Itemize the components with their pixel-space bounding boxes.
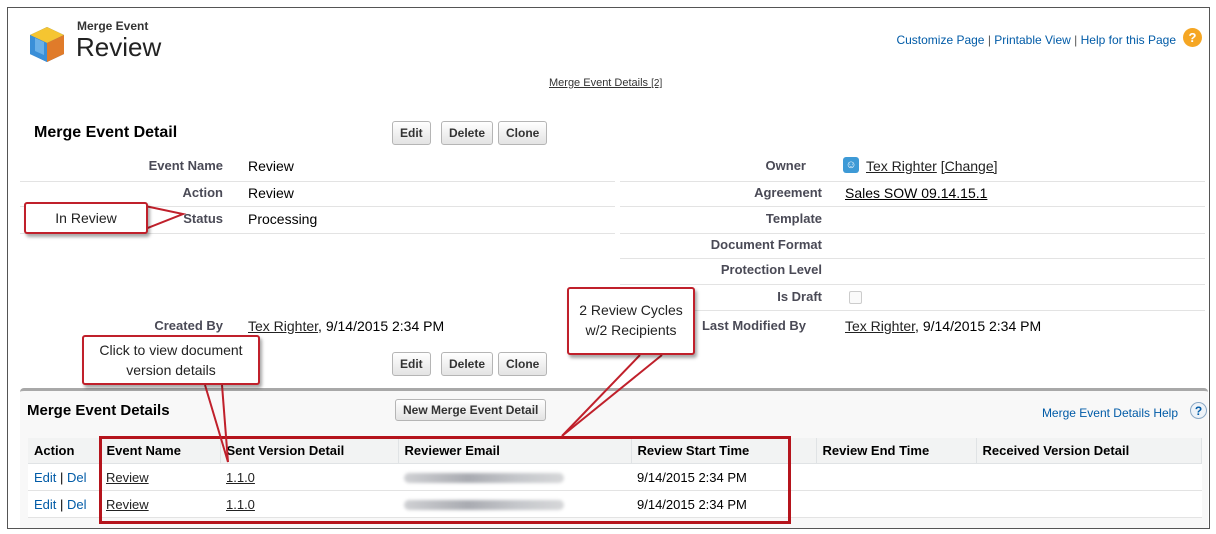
column-header-received-version[interactable]: Received Version Detail [976, 438, 1202, 464]
row-divider [620, 206, 1205, 207]
object-label: Merge Event [77, 19, 149, 33]
action-separator: | [60, 496, 64, 512]
link-separator: | [987, 33, 991, 47]
row-actions: Edit | Del [28, 490, 100, 518]
row-divider [620, 258, 1205, 259]
status-value: Processing [248, 211, 318, 227]
action-value: Review [248, 185, 294, 201]
section-title: Merge Event Detail [34, 124, 178, 141]
template-label: Template [765, 211, 822, 226]
edit-button-bottom[interactable]: Edit [392, 352, 431, 376]
owner-value: Tex Righter [Change] [866, 158, 998, 174]
click-callout-line2: version details [126, 362, 216, 378]
del-link[interactable]: Del [67, 497, 87, 512]
created-by-date: , 9/14/2015 2:34 PM [318, 318, 445, 334]
agreement-label: Agreement [754, 185, 822, 200]
created-by-value: Tex Righter, 9/14/2015 2:34 PM [248, 318, 444, 334]
del-link[interactable]: Del [67, 470, 87, 485]
cycles-callout-line1: 2 Review Cycles [579, 302, 683, 318]
delete-button-bottom[interactable]: Delete [441, 352, 494, 376]
delete-button[interactable]: Delete [441, 121, 494, 145]
received-version-detail [976, 463, 1202, 491]
last-modified-user-link[interactable]: Tex Righter [845, 318, 915, 334]
owner-change-link[interactable]: [Change] [941, 158, 998, 174]
row-divider [620, 233, 1205, 234]
related-list-count: [2] [651, 78, 663, 89]
owner-label: Owner [765, 158, 806, 173]
row-actions: Edit | Del [28, 463, 100, 491]
related-list-link-label: Merge Event Details [549, 77, 649, 89]
edit-button[interactable]: Edit [392, 121, 431, 145]
cycles-callout-line2: w/2 Recipients [585, 322, 677, 338]
edit-link[interactable]: Edit [34, 470, 56, 485]
column-header-action[interactable]: Action [28, 438, 101, 464]
event-name-label: Event Name [148, 158, 223, 173]
action-separator: | [60, 469, 64, 485]
is-draft-checkbox [849, 291, 862, 304]
action-label: Action [182, 185, 223, 200]
in-review-callout: In Review [24, 202, 148, 234]
column-header-review-end[interactable]: Review End Time [816, 438, 977, 464]
received-version-detail [976, 490, 1202, 518]
last-modified-date: , 9/14/2015 2:34 PM [915, 318, 1042, 334]
help-question-icon[interactable]: ? [1190, 402, 1207, 419]
edit-link[interactable]: Edit [34, 497, 56, 512]
link-separator: | [1074, 33, 1078, 47]
related-list-link[interactable]: Merge Event Details [2] [549, 77, 662, 89]
click-to-view-callout: Click to view document version details [82, 335, 260, 385]
related-list-help-link[interactable]: Merge Event Details Help [1042, 406, 1178, 420]
click-callout-line1: Click to view document [99, 342, 243, 358]
clone-button-bottom[interactable]: Clone [498, 352, 548, 376]
highlight-box [99, 436, 791, 524]
help-question-icon[interactable]: ? [1183, 28, 1202, 47]
customize-page-link[interactable]: Customize Page [896, 33, 984, 47]
document-format-label: Document Format [710, 237, 822, 252]
created-by-label: Created By [154, 318, 223, 333]
merge-event-cube-icon [30, 27, 64, 62]
event-name-value: Review [248, 158, 294, 174]
review-end-time [816, 490, 976, 518]
review-end-time [816, 463, 976, 491]
protection-level-label: Protection Level [720, 262, 822, 277]
created-by-user-link[interactable]: Tex Righter [248, 318, 318, 334]
user-avatar-icon: ☺ [843, 157, 859, 173]
row-divider [620, 284, 1205, 285]
review-cycles-callout: 2 Review Cycles w/2 Recipients [567, 287, 695, 355]
new-merge-event-detail-button[interactable]: New Merge Event Detail [395, 399, 547, 421]
row-divider [620, 181, 1205, 182]
clone-button[interactable]: Clone [498, 121, 548, 145]
agreement-link[interactable]: Sales SOW 09.14.15.1 [845, 185, 987, 201]
owner-user-link[interactable]: Tex Righter [866, 158, 937, 174]
row-divider [20, 181, 615, 182]
printable-view-link[interactable]: Printable View [994, 33, 1071, 47]
last-modified-by-value: Tex Righter, 9/14/2015 2:34 PM [845, 318, 1041, 334]
top-links: Customize Page | Printable View | Help f… [896, 33, 1176, 47]
related-list-title: Merge Event Details [27, 402, 170, 419]
record-title: Review [76, 32, 162, 62]
row-divider [620, 310, 1205, 311]
help-for-page-link[interactable]: Help for this Page [1081, 33, 1176, 47]
in-review-callout-text: In Review [55, 210, 117, 226]
